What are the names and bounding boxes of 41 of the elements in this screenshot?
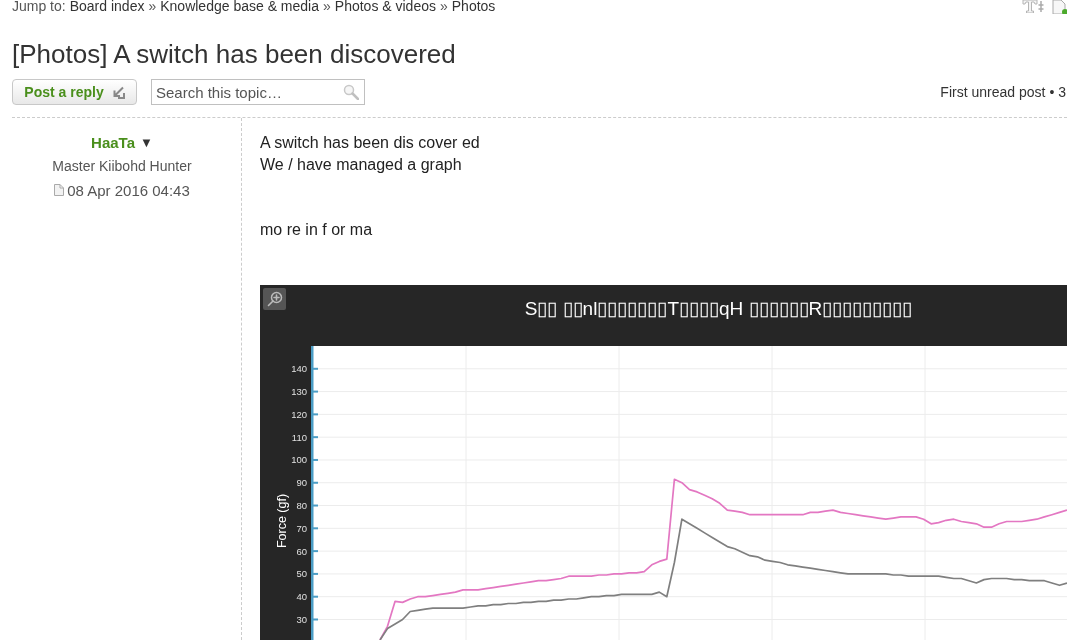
axis-tick-label: 60: [296, 545, 307, 557]
axis-tick-label: 80: [296, 500, 307, 512]
axis-tick-label: 50: [296, 568, 307, 580]
breadcrumb-link[interactable]: Knowledge base & media: [160, 0, 319, 13]
axis-tick-label: 30: [296, 614, 307, 625]
breadcrumb-link[interactable]: Photos & videos: [334, 0, 436, 13]
axis-tick-label: 70: [296, 522, 307, 534]
post-text: A switch has been dis cover ed: [260, 133, 480, 153]
post-text: mo re in f or ma: [260, 220, 373, 240]
document-icon[interactable]: [1052, 0, 1067, 14]
axis-tick-label: 100: [291, 454, 307, 466]
breadcrumb-link[interactable]: Board index: [69, 0, 145, 13]
axis-tick-label: 140: [291, 363, 307, 375]
axis-label: Force (gf): [275, 493, 289, 549]
zoom-button[interactable]: [263, 288, 286, 310]
axis-tick-label: 40: [296, 591, 307, 603]
breadcrumb-label: Jump to:: [12, 0, 66, 13]
axis-tick-label: 110: [291, 431, 307, 443]
breadcrumb-link[interactable]: Photos: [451, 0, 496, 13]
dropdown-caret[interactable]: ▼: [140, 134, 153, 150]
post-text: We / have managed a graph: [260, 155, 462, 175]
axis-tick-label: 130: [291, 386, 307, 398]
breadcrumb-separator: »: [439, 0, 448, 13]
first-unread-link[interactable]: First unread post: [940, 84, 1046, 100]
post-date: 08 Apr 2016 04:43: [67, 181, 190, 199]
zoom-in-icon: [266, 291, 283, 307]
axis-tick-label: 90: [296, 477, 307, 489]
document-icon: [54, 184, 65, 196]
reply-button[interactable]: Post a reply: [12, 79, 137, 105]
search-icon[interactable]: [343, 84, 359, 100]
breadcrumb-separator: »: [323, 0, 331, 13]
search-field[interactable]: Search this topic…: [151, 79, 365, 105]
user-rank: Master Kiibohd Hunter: [52, 157, 192, 176]
axis-tick-label: 120: [291, 408, 307, 420]
chart-title: S▯▯ ▯▯nl▯▯▯▯▯▯▯T▯▯▯▯qH ▯▯▯▯▯▯R▯▯▯▯▯▯▯▯▯: [524, 297, 913, 321]
text-size-icon[interactable]: [1022, 0, 1045, 13]
post-count: • 3: [1049, 84, 1066, 100]
breadcrumb-separator: »: [148, 0, 157, 13]
author-link[interactable]: HaaTa: [91, 133, 135, 151]
topic-title: [Photos] A switch has been discovered: [12, 38, 456, 70]
reply-arrow-icon: [111, 85, 125, 99]
